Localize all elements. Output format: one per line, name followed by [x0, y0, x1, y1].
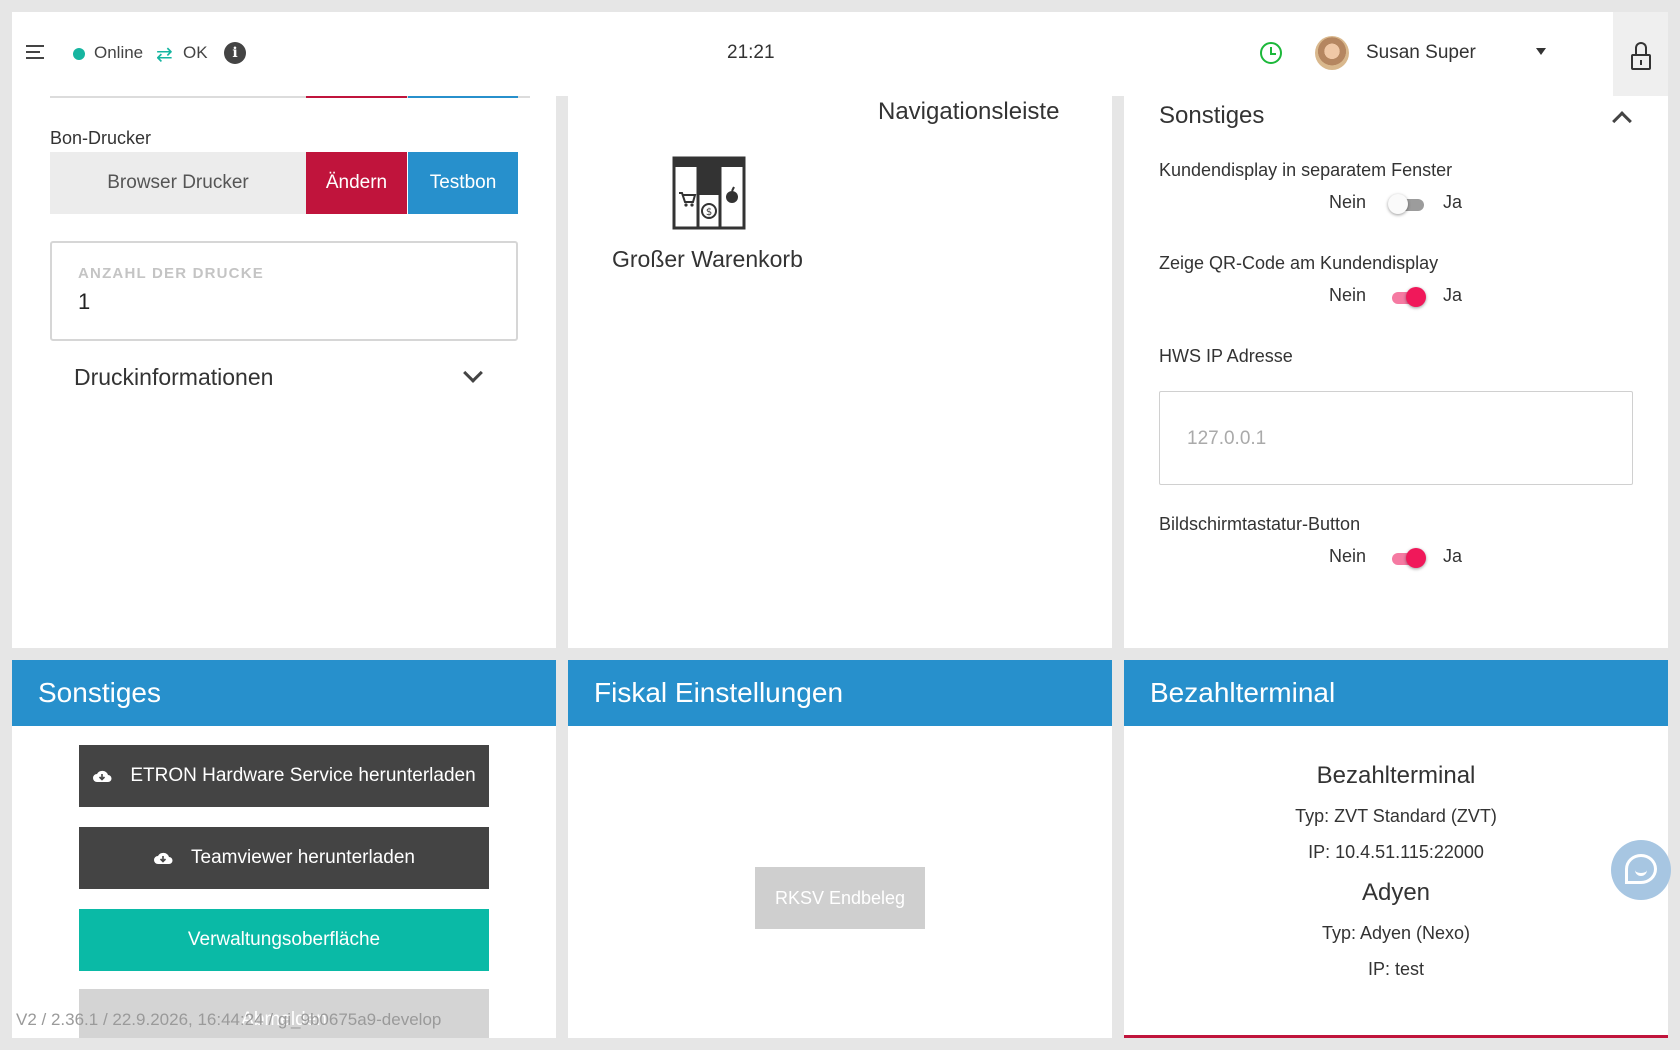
customer-display-window-toggle[interactable]	[1388, 193, 1426, 217]
receipt-printer-label: Bon-Drucker	[50, 128, 152, 148]
terminal-ip: IP: 10.4.51.115:22000	[1308, 842, 1484, 862]
qr-code-toggle[interactable]	[1388, 286, 1426, 310]
menu-icon[interactable]	[26, 45, 44, 59]
settings-title: Sonstiges	[1159, 102, 1265, 129]
large-cart-label: Großer Warenkorb	[612, 246, 803, 272]
misc-panel: Sonstiges ETRON Hardware Service herunte…	[12, 660, 556, 1038]
navigation-panel: Navigationsleiste $ Großer Warenkorb	[568, 96, 1112, 648]
toggle-no-label: Nein	[1329, 546, 1367, 566]
chevron-down-icon[interactable]	[1536, 48, 1546, 55]
online-status-dot	[73, 48, 85, 60]
setting-label: Kundendisplay in separatem Fenster	[1159, 160, 1453, 180]
clock-icon[interactable]	[1260, 42, 1282, 64]
etron-download-button[interactable]: ETRON Hardware Service herunterladen	[79, 745, 489, 807]
divider	[408, 96, 518, 98]
screen-keyboard-toggle[interactable]	[1388, 547, 1426, 571]
rksv-final-receipt-button[interactable]: RKSV Endbeleg	[755, 867, 925, 929]
sync-icon: ⇄	[156, 44, 173, 66]
toggle-yes-label: Ja	[1443, 285, 1463, 305]
avatar[interactable]	[1315, 36, 1349, 70]
printer-selection-field: Browser Drucker	[50, 152, 306, 214]
chat-button[interactable]	[1611, 840, 1671, 900]
hws-ip-input[interactable]: 127.0.0.1	[1159, 391, 1633, 485]
fiscal-panel: Fiskal Einstellungen RKSV Endbeleg	[568, 660, 1112, 1038]
divider	[1124, 1035, 1668, 1038]
change-printer-button[interactable]: Ändern	[306, 152, 407, 214]
large-cart-icon[interactable]: $	[672, 156, 746, 230]
toggle-yes-label: Ja	[1443, 546, 1463, 566]
test-receipt-button[interactable]: Testbon	[408, 152, 518, 214]
sync-status-label: OK	[183, 43, 208, 62]
print-info-header[interactable]: Druckinformationen	[74, 364, 273, 391]
online-status-label: Online	[94, 43, 144, 62]
setting-label: Zeige QR-Code am Kundendisplay	[1159, 253, 1439, 273]
divider	[306, 96, 407, 98]
terminal-name: Adyen	[1361, 879, 1431, 906]
cloud-download-icon	[93, 770, 112, 782]
terminal-ip: IP: test	[1367, 959, 1425, 979]
panel-header: Sonstiges	[12, 660, 556, 726]
chevron-down-icon[interactable]	[463, 363, 483, 383]
print-count-value[interactable]: 1	[78, 289, 90, 315]
chevron-up-icon[interactable]	[1612, 111, 1632, 131]
teamviewer-download-button[interactable]: Teamviewer herunterladen	[79, 827, 489, 889]
print-count-label: ANZAHL DER DRUCKE	[78, 265, 264, 282]
chat-icon	[1625, 854, 1657, 884]
navigation-title: Navigationsleiste	[878, 98, 1060, 125]
panel-header: Fiskal Einstellungen	[568, 660, 1112, 726]
setting-label: Bildschirmtastatur-Button	[1159, 514, 1361, 534]
svg-text:$: $	[706, 207, 712, 218]
user-name[interactable]: Susan Super	[1366, 42, 1476, 64]
clock-time: 21:21	[727, 42, 775, 63]
cloud-download-icon	[154, 852, 173, 864]
etron-download-label: ETRON Hardware Service herunterladen	[130, 765, 476, 786]
terminal-name: Bezahlterminal	[1316, 762, 1476, 789]
info-icon[interactable]: i	[224, 42, 246, 64]
hws-ip-label: HWS IP Adresse	[1159, 346, 1293, 366]
print-count-input[interactable]: ANZAHL DER DRUCKE 1	[50, 241, 518, 341]
admin-interface-button[interactable]: Verwaltungsoberfläche	[79, 909, 489, 971]
toggle-no-label: Nein	[1329, 192, 1367, 212]
lock-button[interactable]	[1613, 12, 1668, 96]
toggle-no-label: Nein	[1329, 285, 1367, 305]
terminal-type: Typ: Adyen (Nexo)	[1321, 923, 1471, 943]
toggle-yes-label: Ja	[1443, 192, 1463, 212]
printer-panel: Bon-Drucker Browser Drucker Ändern Testb…	[12, 96, 556, 648]
terminal-type: Typ: ZVT Standard (ZVT)	[1295, 806, 1497, 826]
misc-settings-panel: Sonstiges Kundendisplay in separatem Fen…	[1124, 96, 1668, 648]
top-bar: Online ⇄ OK i 21:21 Susan Super	[12, 12, 1668, 96]
panel-header: Bezahlterminal	[1124, 660, 1668, 726]
teamviewer-download-label: Teamviewer herunterladen	[191, 847, 415, 868]
payment-terminal-panel: Bezahlterminal Bezahlterminal Typ: ZVT S…	[1124, 660, 1668, 1038]
version-info: V2 / 2.36.1 / 22.9.2026, 16:44:24 / gi_9…	[16, 1010, 442, 1029]
